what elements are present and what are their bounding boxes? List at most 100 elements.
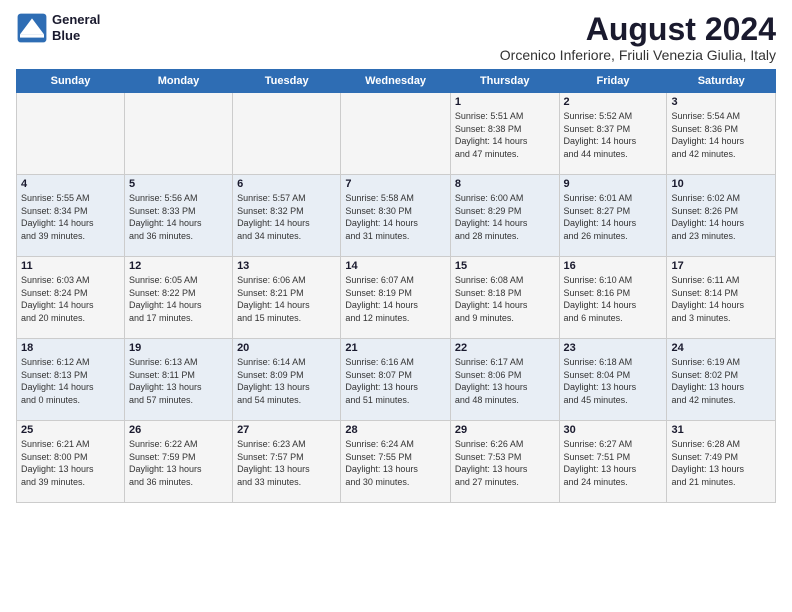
weekday-header-saturday: Saturday <box>667 70 776 93</box>
calendar-cell: 8 Sunrise: 6:00 AM Sunset: 8:29 PM Daylig… <box>450 175 559 257</box>
weekday-header-thursday: Thursday <box>450 70 559 93</box>
day-number: 20 <box>237 342 336 354</box>
day-number: 16 <box>564 260 663 272</box>
calendar-cell: 21Sunrise: 6:16 AM Sunset: 8:07 PM Dayli… <box>341 339 451 421</box>
day-info: Sunrise: 6:00 AM Sunset: 8:29 PM Dayligh… <box>455 192 555 242</box>
calendar-cell: 19 Sunrise: 6:13 AM Sunset: 8:11 PM Dayli… <box>124 339 232 421</box>
day-info: Sunrise: 6:21 AM Sunset: 8:00 PM Dayligh… <box>21 438 120 488</box>
day-info: Sunrise: 5:58 AM Sunset: 8:30 PM Dayligh… <box>345 192 446 242</box>
calendar-header: SundayMondayTuesdayWednesdayThursdayFrid… <box>17 70 776 93</box>
calendar-cell: 22 Sunrise: 6:17 AM Sunset: 8:06 PM Dayli… <box>450 339 559 421</box>
day-number: 18 <box>21 342 120 354</box>
day-info: Sunrise: 6:13 AM Sunset: 8:11 PM Dayligh… <box>129 356 228 406</box>
day-number: 31 <box>671 424 771 436</box>
calendar-cell: 30 Sunrise: 6:27 AM Sunset: 7:51 PM Dayli… <box>559 421 667 503</box>
calendar-cell: 4 Sunrise: 5:55 AM Sunset: 8:34 PM Daylig… <box>17 175 125 257</box>
calendar-cell: 31 Sunrise: 6:28 AM Sunset: 7:49 PM Dayli… <box>667 421 776 503</box>
day-info: Sunrise: 6:05 AM Sunset: 8:22 PM Dayligh… <box>129 274 228 324</box>
day-info: Sunrise: 6:28 AM Sunset: 7:49 PM Dayligh… <box>671 438 771 488</box>
calendar-cell <box>233 93 341 175</box>
day-info: Sunrise: 5:54 AM Sunset: 8:36 PM Dayligh… <box>671 110 771 160</box>
day-info: Sunrise: 6:01 AM Sunset: 8:27 PM Dayligh… <box>564 192 663 242</box>
day-number: 21 <box>345 342 446 354</box>
logo-icon <box>16 12 48 44</box>
day-info: Sunrise: 5:55 AM Sunset: 8:34 PM Dayligh… <box>21 192 120 242</box>
day-number: 1 <box>455 96 555 108</box>
calendar-cell: 7Sunrise: 5:58 AM Sunset: 8:30 PM Daylig… <box>341 175 451 257</box>
day-info: Sunrise: 6:06 AM Sunset: 8:21 PM Dayligh… <box>237 274 336 324</box>
day-info: Sunrise: 6:14 AM Sunset: 8:09 PM Dayligh… <box>237 356 336 406</box>
calendar-cell: 5Sunrise: 5:56 AM Sunset: 8:33 PM Daylig… <box>124 175 232 257</box>
calendar-cell: 16 Sunrise: 6:10 AM Sunset: 8:16 PM Dayli… <box>559 257 667 339</box>
calendar-cell: 6Sunrise: 5:57 AM Sunset: 8:32 PM Daylig… <box>233 175 341 257</box>
calendar-cell: 23 Sunrise: 6:18 AM Sunset: 8:04 PM Dayli… <box>559 339 667 421</box>
calendar-cell: 28Sunrise: 6:24 AM Sunset: 7:55 PM Dayli… <box>341 421 451 503</box>
day-info: Sunrise: 6:07 AM Sunset: 8:19 PM Dayligh… <box>345 274 446 324</box>
calendar-cell: 27 Sunrise: 6:23 AM Sunset: 7:57 PM Dayli… <box>233 421 341 503</box>
header: General Blue August 2024 Orcenico Inferi… <box>16 12 776 63</box>
calendar-week-3: 11 Sunrise: 6:03 AM Sunset: 8:24 PM Dayli… <box>17 257 776 339</box>
calendar-cell: 13 Sunrise: 6:06 AM Sunset: 8:21 PM Dayli… <box>233 257 341 339</box>
day-number: 8 <box>455 178 555 190</box>
day-info: Sunrise: 6:02 AM Sunset: 8:26 PM Dayligh… <box>671 192 771 242</box>
calendar-week-4: 18 Sunrise: 6:12 AM Sunset: 8:13 PM Dayli… <box>17 339 776 421</box>
day-number: 11 <box>21 260 120 272</box>
day-info: Sunrise: 6:23 AM Sunset: 7:57 PM Dayligh… <box>237 438 336 488</box>
calendar-week-2: 4 Sunrise: 5:55 AM Sunset: 8:34 PM Daylig… <box>17 175 776 257</box>
day-number: 25 <box>21 424 120 436</box>
main-title: August 2024 <box>500 12 776 47</box>
day-number: 14 <box>345 260 446 272</box>
calendar-cell: 18 Sunrise: 6:12 AM Sunset: 8:13 PM Dayli… <box>17 339 125 421</box>
day-number: 10 <box>671 178 771 190</box>
weekday-header-wednesday: Wednesday <box>341 70 451 93</box>
calendar-cell: 15 Sunrise: 6:08 AM Sunset: 8:18 PM Dayli… <box>450 257 559 339</box>
day-number: 17 <box>671 260 771 272</box>
day-number: 22 <box>455 342 555 354</box>
day-number: 2 <box>564 96 663 108</box>
day-number: 29 <box>455 424 555 436</box>
calendar-cell: 26 Sunrise: 6:22 AM Sunset: 7:59 PM Dayli… <box>124 421 232 503</box>
logo-line1: General <box>52 12 100 28</box>
calendar-cell: 24Sunrise: 6:19 AM Sunset: 8:02 PM Dayli… <box>667 339 776 421</box>
day-info: Sunrise: 6:24 AM Sunset: 7:55 PM Dayligh… <box>345 438 446 488</box>
day-info: Sunrise: 5:51 AM Sunset: 8:38 PM Dayligh… <box>455 110 555 160</box>
day-number: 19 <box>129 342 228 354</box>
day-number: 13 <box>237 260 336 272</box>
weekday-header-tuesday: Tuesday <box>233 70 341 93</box>
day-info: Sunrise: 6:12 AM Sunset: 8:13 PM Dayligh… <box>21 356 120 406</box>
day-info: Sunrise: 6:26 AM Sunset: 7:53 PM Dayligh… <box>455 438 555 488</box>
day-info: Sunrise: 6:08 AM Sunset: 8:18 PM Dayligh… <box>455 274 555 324</box>
day-info: Sunrise: 6:22 AM Sunset: 7:59 PM Dayligh… <box>129 438 228 488</box>
calendar-cell: 2Sunrise: 5:52 AM Sunset: 8:37 PM Daylig… <box>559 93 667 175</box>
day-info: Sunrise: 5:57 AM Sunset: 8:32 PM Dayligh… <box>237 192 336 242</box>
header-row: SundayMondayTuesdayWednesdayThursdayFrid… <box>17 70 776 93</box>
calendar-cell: 3Sunrise: 5:54 AM Sunset: 8:36 PM Daylig… <box>667 93 776 175</box>
calendar-table: SundayMondayTuesdayWednesdayThursdayFrid… <box>16 69 776 503</box>
calendar-cell: 11 Sunrise: 6:03 AM Sunset: 8:24 PM Dayli… <box>17 257 125 339</box>
day-number: 23 <box>564 342 663 354</box>
day-number: 15 <box>455 260 555 272</box>
day-number: 26 <box>129 424 228 436</box>
weekday-header-sunday: Sunday <box>17 70 125 93</box>
calendar-cell: 20 Sunrise: 6:14 AM Sunset: 8:09 PM Dayli… <box>233 339 341 421</box>
day-info: Sunrise: 6:17 AM Sunset: 8:06 PM Dayligh… <box>455 356 555 406</box>
title-block: August 2024 Orcenico Inferiore, Friuli V… <box>500 12 776 63</box>
calendar-cell: 10 Sunrise: 6:02 AM Sunset: 8:26 PM Dayli… <box>667 175 776 257</box>
day-number: 30 <box>564 424 663 436</box>
day-number: 27 <box>237 424 336 436</box>
calendar-cell: 25 Sunrise: 6:21 AM Sunset: 8:00 PM Dayli… <box>17 421 125 503</box>
logo: General Blue <box>16 12 100 44</box>
day-info: Sunrise: 6:18 AM Sunset: 8:04 PM Dayligh… <box>564 356 663 406</box>
calendar-cell: 29 Sunrise: 6:26 AM Sunset: 7:53 PM Dayli… <box>450 421 559 503</box>
calendar-body: 1 Sunrise: 5:51 AM Sunset: 8:38 PM Daylig… <box>17 93 776 503</box>
day-info: Sunrise: 6:10 AM Sunset: 8:16 PM Dayligh… <box>564 274 663 324</box>
calendar-cell: 12Sunrise: 6:05 AM Sunset: 8:22 PM Dayli… <box>124 257 232 339</box>
logo-text: General Blue <box>52 12 100 43</box>
day-info: Sunrise: 6:19 AM Sunset: 8:02 PM Dayligh… <box>671 356 771 406</box>
day-number: 4 <box>21 178 120 190</box>
day-info: Sunrise: 6:27 AM Sunset: 7:51 PM Dayligh… <box>564 438 663 488</box>
calendar-cell <box>17 93 125 175</box>
day-info: Sunrise: 6:03 AM Sunset: 8:24 PM Dayligh… <box>21 274 120 324</box>
logo-line2: Blue <box>52 28 100 44</box>
day-number: 9 <box>564 178 663 190</box>
